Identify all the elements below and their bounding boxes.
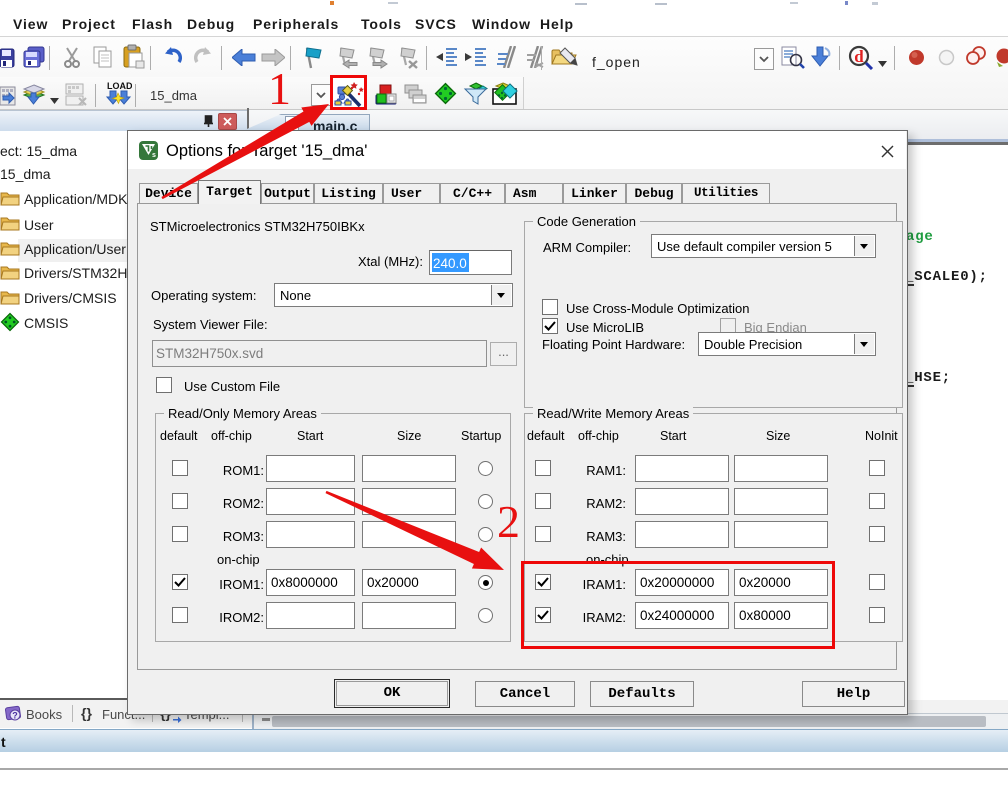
- svg-text:s: s: [152, 152, 156, 159]
- svg-text:LOAD: LOAD: [107, 81, 132, 91]
- svg-text:d: d: [854, 47, 864, 66]
- svg-text:?: ?: [12, 711, 18, 721]
